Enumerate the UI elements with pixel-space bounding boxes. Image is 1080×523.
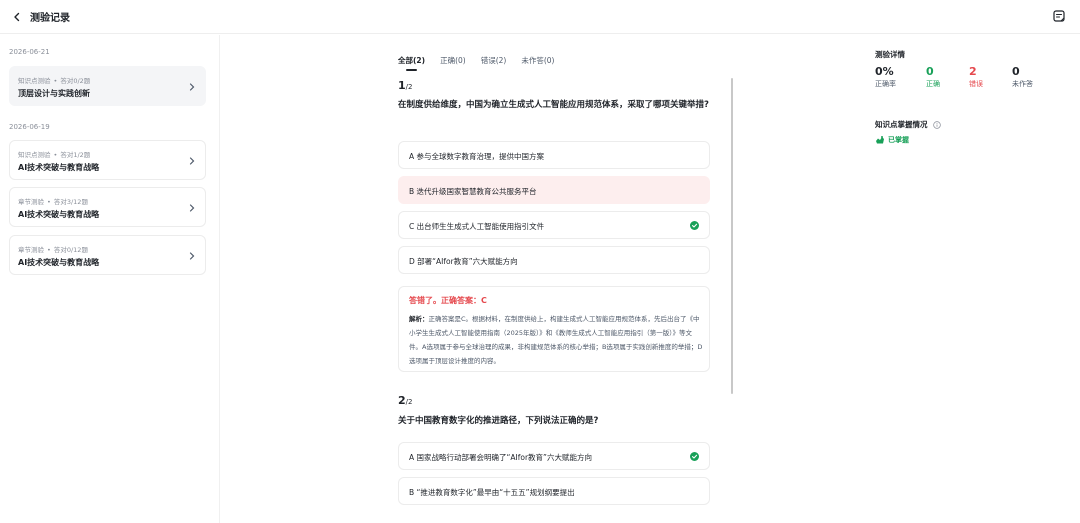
check-circle-icon (690, 221, 699, 230)
option-c-correct[interactable]: C 出台师生生成式人工智能使用指引文件 (398, 211, 710, 239)
chevron-right-icon (189, 252, 195, 260)
question-number: 1/2 (398, 79, 413, 92)
stat-accuracy: 0% 正确率 (875, 65, 896, 88)
option-a-correct[interactable]: A 国家战略行动部署会明确了“AIfor教育”六大赋能方向 (398, 442, 710, 470)
check-circle-icon (690, 452, 699, 461)
record-item[interactable]: 知识点测验 • 答对0/2题 顶层设计与实践创新 (9, 66, 206, 106)
question-number: 2/2 (398, 394, 413, 407)
record-meta: 知识点测验 • 答对0/2题 (18, 77, 91, 85)
mastered-status: 已掌握 (875, 135, 909, 145)
record-meta: 章节测验 • 答对3/12题 (18, 198, 88, 206)
chevron-right-icon (189, 204, 195, 212)
option-d[interactable]: D 部署“AIfor教育”六大赋能方向 (398, 246, 710, 274)
top-bar: 测验记录 (0, 0, 1080, 34)
page-title: 测验记录 (30, 13, 70, 24)
tab-correct[interactable]: 正确(0) (440, 55, 466, 71)
stat-unanswered: 0 未作答 (1012, 65, 1033, 88)
tab-all[interactable]: 全部(2) (398, 55, 425, 71)
tab-unanswered[interactable]: 未作答(0) (521, 55, 554, 71)
stat-wrong: 2 错误 (969, 65, 983, 88)
mastered-icon (876, 136, 884, 144)
question-panel: 全部(2) 正确(0) 错误(2) 未作答(0) 1/2 在制度供给维度，中国为… (398, 35, 734, 523)
tab-wrong[interactable]: 错误(2) (481, 55, 507, 71)
answer-explanation: 答错了。正确答案：C 解析：正确答案是C。根据材料，在制度供给上，构建生成式人工… (398, 286, 710, 372)
record-item[interactable]: 章节测验 • 答对0/12题 AI技术突破与教育战略 (9, 235, 206, 275)
stats-title: 测验详情 (875, 50, 905, 59)
stat-correct: 0 正确 (926, 65, 940, 88)
option-b-wrong[interactable]: B 迭代升级国家智慧教育公共服务平台 (398, 176, 710, 204)
record-meta: 知识点测验 • 答对1/2题 (18, 151, 91, 159)
explanation-text: 解析：正确答案是C。根据材料，在制度供给上，构建生成式人工智能应用规范体系，先后… (409, 315, 703, 365)
record-name: AI技术突破与教育战略 (18, 163, 100, 172)
result-text: 答错了。正确答案：C (409, 296, 487, 305)
record-item[interactable]: 章节测验 • 答对3/12题 AI技术突破与教育战略 (9, 187, 206, 227)
option-a[interactable]: A 参与全球数字教育治理，提供中国方案 (398, 141, 710, 169)
stats-panel: 测验详情 0% 正确率 0 正确 2 错误 0 未作答 知识点掌握情况 已掌握 (875, 35, 1075, 235)
record-sidebar: 2026-06-21 知识点测验 • 答对0/2题 顶层设计与实践创新 2026-0… (0, 35, 220, 523)
record-name: 顶层设计与实践创新 (18, 89, 90, 98)
question-text: 在制度供给维度，中国为确立生成式人工智能应用规范体系，采取了哪项关键举措? (398, 100, 709, 110)
date-label: 2026-06-21 (9, 48, 50, 56)
scrollbar[interactable] (731, 78, 733, 394)
filter-tabs: 全部(2) 正确(0) 错误(2) 未作答(0) (398, 55, 569, 71)
info-icon[interactable] (933, 121, 941, 129)
knowledge-title: 知识点掌握情况 (875, 119, 941, 130)
chevron-right-icon (189, 83, 195, 91)
question-text: 关于中国教育数字化的推进路径，下列说法正确的是? (398, 416, 599, 426)
notes-button[interactable] (1052, 8, 1068, 24)
back-button[interactable] (8, 8, 26, 26)
record-name: AI技术突破与教育战略 (18, 258, 100, 267)
date-label: 2026-06-19 (9, 123, 50, 131)
record-item[interactable]: 知识点测验 • 答对1/2题 AI技术突破与教育战略 (9, 140, 206, 180)
record-meta: 章节测验 • 答对0/12题 (18, 246, 88, 254)
note-icon (1053, 10, 1065, 22)
record-name: AI技术突破与教育战略 (18, 210, 100, 219)
chevron-right-icon (189, 157, 195, 165)
option-b[interactable]: B “推进教育数字化”最早由“十五五”规划纲要提出 (398, 477, 710, 505)
back-arrow-icon (14, 12, 20, 22)
